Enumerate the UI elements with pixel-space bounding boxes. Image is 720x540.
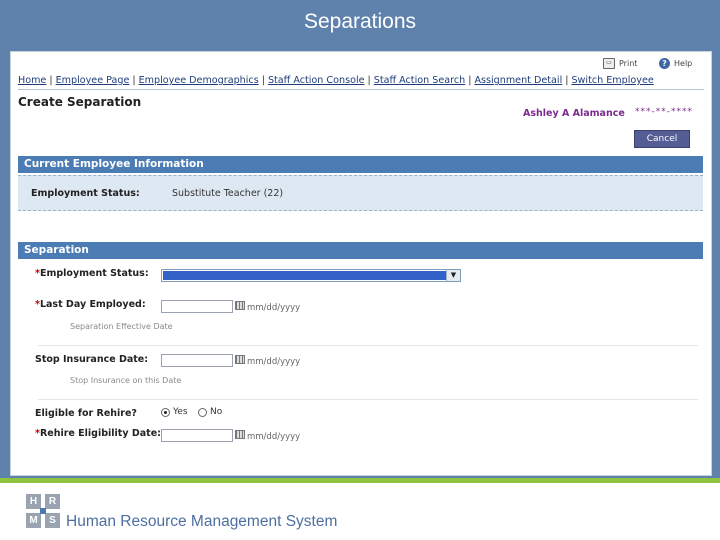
cancel-button[interactable]: Cancel bbox=[634, 130, 690, 148]
print-link[interactable]: ▭ Print bbox=[603, 58, 637, 69]
employment-status-select[interactable]: ▼ bbox=[161, 269, 461, 282]
last-day-format: mm/dd/yyyy bbox=[247, 303, 301, 313]
nav-divider bbox=[18, 89, 704, 90]
employment-status-selected bbox=[163, 271, 446, 280]
employee-name: Ashley A Alamance bbox=[523, 108, 625, 119]
nav-link-assignment-detail[interactable]: Assignment Detail bbox=[474, 75, 562, 86]
footer-system-name: Human Resource Management System bbox=[66, 513, 338, 530]
calendar-icon[interactable] bbox=[235, 355, 245, 364]
logo-letter-m: M bbox=[26, 513, 41, 528]
last-day-input[interactable] bbox=[161, 300, 233, 313]
stop-insurance-hint: Stop Insurance on this Date bbox=[70, 376, 182, 385]
last-day-field-label: *Last Day Employed: bbox=[35, 299, 146, 310]
separation-form: *Employment Status: ▼ *Last Day Employed… bbox=[18, 265, 703, 470]
employment-status-label: Employment Status: bbox=[31, 188, 140, 199]
nav-link-employee-page[interactable]: Employee Page bbox=[56, 75, 130, 86]
nav-link-home[interactable]: Home bbox=[18, 75, 46, 86]
hrms-screenshot: ▭ Print ? Help Home | Employee Page | Employ… bbox=[10, 51, 712, 476]
help-icon: ? bbox=[659, 58, 670, 69]
print-label: Print bbox=[619, 59, 638, 68]
rehire-date-field-label: *Rehire Eligibility Date: bbox=[35, 428, 161, 439]
rehire-no-label: No bbox=[210, 407, 223, 417]
nav-link-staff-action-console[interactable]: Staff Action Console bbox=[268, 75, 365, 86]
rehire-field-label: Eligible for Rehire? bbox=[35, 408, 137, 419]
logo-letter-h: H bbox=[26, 494, 41, 509]
last-day-hint: Separation Effective Date bbox=[70, 322, 173, 331]
chevron-down-icon[interactable]: ▼ bbox=[446, 270, 460, 281]
stop-insurance-input[interactable] bbox=[161, 354, 233, 367]
separation-header: Separation bbox=[18, 242, 703, 259]
nav-link-staff-action-search[interactable]: Staff Action Search bbox=[374, 75, 465, 86]
rehire-yes-label: Yes bbox=[173, 407, 188, 417]
employment-status-value: Substitute Teacher (22) bbox=[172, 188, 284, 199]
logo-center-square bbox=[40, 508, 46, 514]
rehire-date-format: mm/dd/yyyy bbox=[247, 432, 301, 442]
stop-insurance-field-label: Stop Insurance Date: bbox=[35, 354, 149, 365]
row-divider bbox=[38, 345, 698, 346]
help-link[interactable]: ? Help bbox=[659, 58, 692, 69]
stop-insurance-format: mm/dd/yyyy bbox=[247, 357, 301, 367]
help-label: Help bbox=[674, 59, 693, 68]
rehire-no-radio[interactable] bbox=[198, 408, 207, 417]
nav-link-employee-demographics[interactable]: Employee Demographics bbox=[139, 75, 259, 86]
logo-letter-s: S bbox=[45, 513, 60, 528]
rehire-yes-radio[interactable] bbox=[161, 408, 170, 417]
hrms-logo: H R M S bbox=[26, 494, 60, 528]
page-title: Create Separation bbox=[18, 95, 142, 109]
breadcrumb-nav: Home | Employee Page | Employee Demographics… bbox=[18, 75, 654, 86]
nav-link-switch-employee[interactable]: Switch Employee bbox=[571, 75, 653, 86]
rehire-date-input[interactable] bbox=[161, 429, 233, 442]
printer-icon: ▭ bbox=[603, 58, 615, 69]
calendar-icon[interactable] bbox=[235, 430, 245, 439]
current-info-header: Current Employee Information bbox=[18, 156, 703, 173]
accent-bar bbox=[0, 478, 720, 483]
employment-status-field-label: *Employment Status: bbox=[35, 268, 149, 279]
row-divider bbox=[38, 399, 698, 400]
calendar-icon[interactable] bbox=[235, 301, 245, 310]
current-info-panel: Employment Status: Substitute Teacher (2… bbox=[18, 175, 703, 211]
logo-letter-r: R bbox=[45, 494, 60, 509]
employee-id: ***-**-**** bbox=[635, 107, 693, 117]
slide-title: Separations bbox=[303, 10, 417, 33]
